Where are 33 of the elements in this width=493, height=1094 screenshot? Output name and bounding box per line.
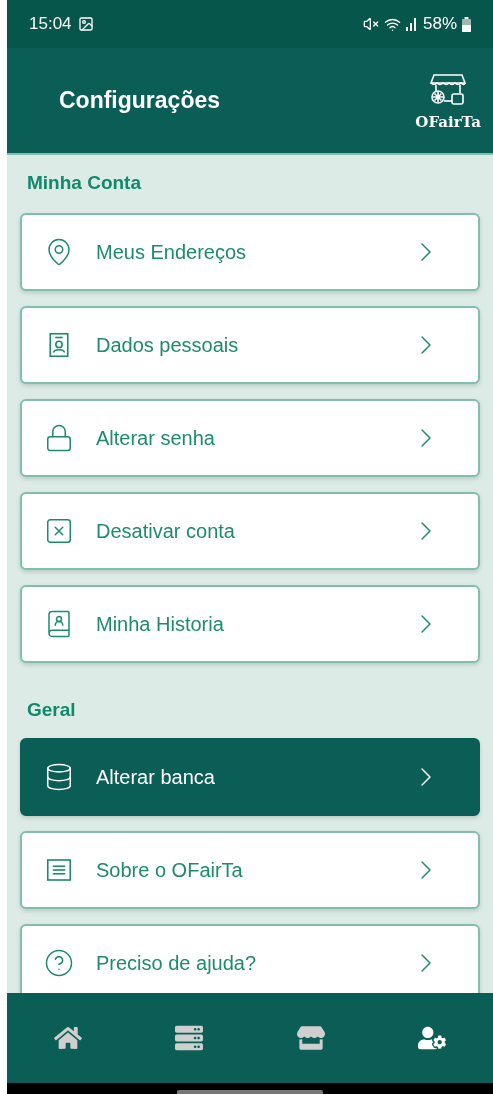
item-label: Preciso de ajuda? bbox=[96, 951, 258, 976]
home-icon bbox=[53, 1024, 82, 1052]
database-icon bbox=[44, 762, 74, 792]
battery-percent: 58% bbox=[422, 13, 457, 36]
signal-icon bbox=[405, 17, 418, 31]
settings-item[interactable]: Dados pessoais bbox=[20, 305, 480, 384]
user-settings-icon bbox=[418, 1024, 447, 1052]
item-label: Desativar conta bbox=[96, 518, 236, 544]
settings-item[interactable]: Alterar senha bbox=[20, 398, 480, 477]
lock-icon bbox=[44, 422, 74, 453]
section-title: Geral bbox=[27, 698, 76, 720]
logo-text: OFairTa bbox=[415, 112, 481, 134]
settings-item[interactable]: Meus Endereços bbox=[20, 212, 480, 291]
server-icon bbox=[175, 1024, 204, 1052]
section-title: Minha Conta bbox=[27, 172, 141, 193]
mute-icon bbox=[362, 16, 379, 32]
item-label: Dados pessoais bbox=[96, 332, 240, 358]
item-label: Sobre o OFairTa bbox=[96, 858, 244, 883]
help-icon bbox=[44, 948, 74, 978]
item-label: Alterar senha bbox=[96, 425, 216, 451]
image-icon bbox=[77, 16, 94, 32]
settings-item[interactable]: Minha Historia bbox=[20, 584, 480, 663]
page-title: Configurações bbox=[59, 86, 221, 116]
store-icon bbox=[296, 1024, 325, 1052]
item-label: Meus Endereços bbox=[96, 239, 248, 265]
settings-item[interactable]: Preciso de ajuda? bbox=[20, 924, 480, 993]
status-time: 15:04 bbox=[29, 13, 72, 36]
item-label: Alterar banca bbox=[96, 765, 216, 790]
settings-item[interactable]: Desativar conta bbox=[20, 491, 480, 570]
item-label: Minha Historia bbox=[96, 611, 225, 637]
battery-icon bbox=[462, 16, 471, 32]
settings-item[interactable]: Alterar banca bbox=[20, 738, 480, 816]
settings-item[interactable]: Sobre o OFairTa bbox=[20, 831, 480, 909]
